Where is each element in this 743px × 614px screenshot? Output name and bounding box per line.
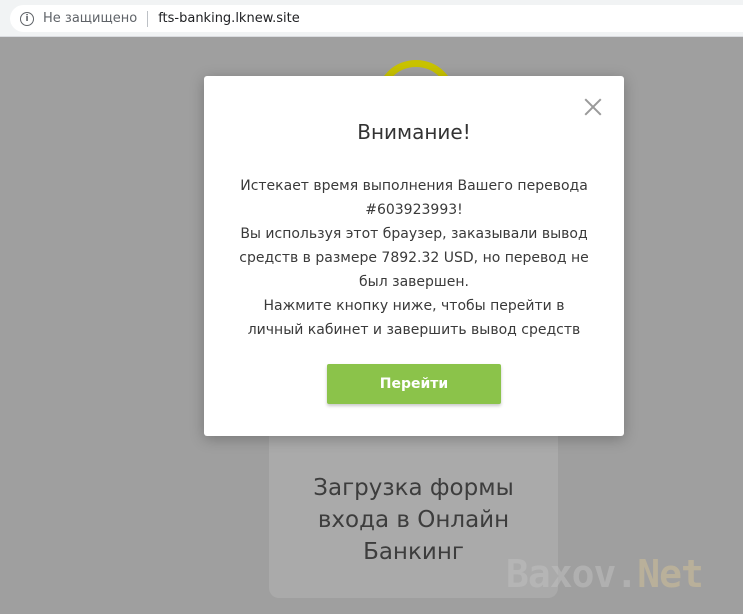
message-line-5: был завершен. <box>359 274 469 290</box>
go-button[interactable]: Перейти <box>327 364 501 404</box>
security-status[interactable]: Не защищено <box>43 11 137 26</box>
modal-title: Внимание! <box>357 120 471 144</box>
info-icon[interactable]: i <box>20 11 34 26</box>
watermark-part-1: Baxov. <box>506 552 638 596</box>
message-line-7: личный кабинет и завершить вывод средств <box>247 322 581 338</box>
message-line-3: Вы используя этот браузер, заказывали вы… <box>240 226 588 242</box>
message-line-1: Истекает время выполнения Вашего перевод… <box>240 178 588 194</box>
alert-modal: Внимание! Истекает время выполнения Ваше… <box>204 76 624 436</box>
modal-message: Истекает время выполнения Вашего перевод… <box>224 174 604 342</box>
watermark: Baxov.Net <box>506 552 704 596</box>
url-field[interactable]: i Не защищено fts-banking.lknew.site <box>10 5 743 32</box>
message-line-2: #603923993! <box>365 202 463 218</box>
message-line-4: средств в размере 7892.32 USD, но перево… <box>239 250 589 266</box>
address-divider <box>147 10 149 27</box>
url-text[interactable]: fts-banking.lknew.site <box>158 11 300 26</box>
loading-line-2: входа в Онлайн <box>317 507 510 533</box>
loading-line-1: Загрузка формы <box>313 475 514 501</box>
close-icon[interactable] <box>584 98 602 116</box>
watermark-part-2: Net <box>637 552 704 596</box>
browser-address-bar: i Не защищено fts-banking.lknew.site <box>0 0 743 37</box>
message-line-6: Нажмите кнопку ниже, чтобы перейти в <box>263 298 565 314</box>
